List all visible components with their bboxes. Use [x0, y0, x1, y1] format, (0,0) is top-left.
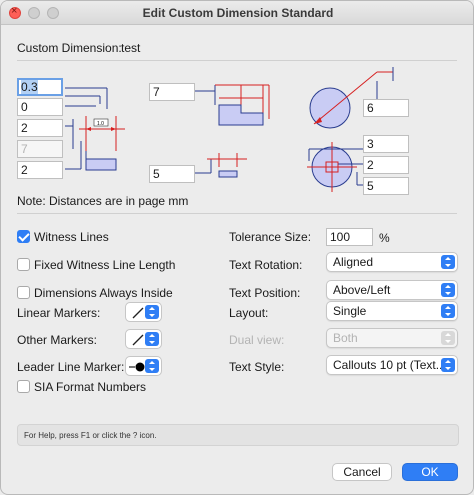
leader-marker-popup[interactable]	[125, 356, 162, 376]
sia-format-checkbox[interactable]	[17, 380, 30, 393]
text-offset-field[interactable]: 2	[17, 119, 63, 137]
radial-leader-field[interactable]: 6	[363, 99, 409, 117]
layout-value: Single	[333, 304, 367, 318]
small-dimension-field[interactable]: 5	[149, 165, 195, 183]
cancel-button[interactable]: Cancel	[332, 463, 392, 481]
text-style-stepper-icon	[441, 358, 455, 372]
help-bar: For Help, press F1 or click the ? icon.	[17, 424, 459, 446]
linear-markers-stepper-icon	[145, 305, 159, 319]
linear-markers-popup[interactable]	[125, 302, 162, 322]
other-markers-label: Other Markers:	[17, 333, 98, 347]
dual-view-stepper-icon	[441, 331, 455, 345]
diagram-tiny-label: 1.0	[97, 121, 104, 127]
always-inside-checkbox[interactable]	[17, 286, 30, 299]
layout-stepper-icon	[441, 304, 455, 318]
small-dimension-illustration	[195, 153, 247, 178]
chain-offset-field[interactable]: 7	[149, 83, 195, 101]
text-style-popup[interactable]: Callouts 10 pt (Text...	[326, 355, 458, 375]
text-position-popup[interactable]: Above/Left	[326, 280, 458, 300]
witness-extension-field[interactable]: 0	[17, 98, 63, 116]
dual-view-label: Dual view:	[229, 333, 285, 347]
witness-lines-checkbox[interactable]	[17, 230, 30, 243]
text-style-label: Text Style:	[229, 360, 285, 374]
chained-dimension-illustration	[195, 84, 270, 126]
fixed-witness-label: Fixed Witness Line Length	[34, 258, 176, 272]
tolerance-size-label: Tolerance Size:	[229, 230, 312, 244]
tolerance-size-field[interactable]: 100	[326, 228, 373, 246]
text-rotation-value: Aligned	[333, 255, 374, 269]
ok-button[interactable]: OK	[402, 463, 458, 481]
witness-lines-label: Witness Lines	[34, 230, 109, 244]
text-rotation-popup[interactable]: Aligned	[326, 252, 458, 272]
fixed-witness-checkbox[interactable]	[17, 258, 30, 271]
text-rotation-label: Text Rotation:	[229, 258, 303, 272]
tolerance-unit: %	[379, 231, 390, 245]
center-mark-extension-field[interactable]: 3	[363, 135, 409, 153]
center-mark-gap-field[interactable]: 2	[363, 156, 409, 174]
radial-dimension-illustration	[309, 67, 394, 129]
help-text: For Help, press F1 or click the ? icon.	[24, 431, 157, 440]
layout-label: Layout:	[229, 306, 269, 320]
text-style-value: Callouts 10 pt (Text...	[333, 358, 446, 372]
text-position-value: Above/Left	[333, 283, 391, 297]
other-markers-stepper-icon	[145, 332, 159, 346]
units-note: Note: Distances are in page mm	[17, 194, 189, 208]
dialog-window: Edit Custom Dimension Standard Custom Di…	[0, 0, 474, 495]
linear-markers-label: Linear Markers:	[17, 306, 101, 320]
marker-gap-field[interactable]: 2	[17, 161, 63, 179]
separator-middle	[17, 213, 457, 214]
layout-popup[interactable]: Single	[326, 301, 458, 321]
text-position-stepper-icon	[441, 283, 455, 297]
dual-view-value: Both	[333, 331, 358, 345]
leader-marker-stepper-icon	[145, 359, 159, 373]
center-mark-size-field[interactable]: 5	[363, 177, 409, 195]
witness-offset-value: 0.3	[21, 80, 38, 94]
always-inside-label: Dimensions Always Inside	[34, 286, 173, 300]
fixed-length-field[interactable]: 7	[17, 140, 63, 158]
dual-view-popup[interactable]: Both	[326, 328, 458, 348]
center-mark-illustration	[307, 142, 363, 192]
text-position-label: Text Position:	[229, 286, 301, 300]
linear-dimension-illustration: 1.0	[65, 87, 125, 171]
other-markers-popup[interactable]	[125, 329, 162, 349]
text-rotation-stepper-icon	[441, 255, 455, 269]
leader-marker-label: Leader Line Marker:	[17, 360, 125, 374]
witness-offset-field[interactable]: 0.3	[17, 78, 63, 96]
sia-format-label: SIA Format Numbers	[34, 380, 147, 394]
